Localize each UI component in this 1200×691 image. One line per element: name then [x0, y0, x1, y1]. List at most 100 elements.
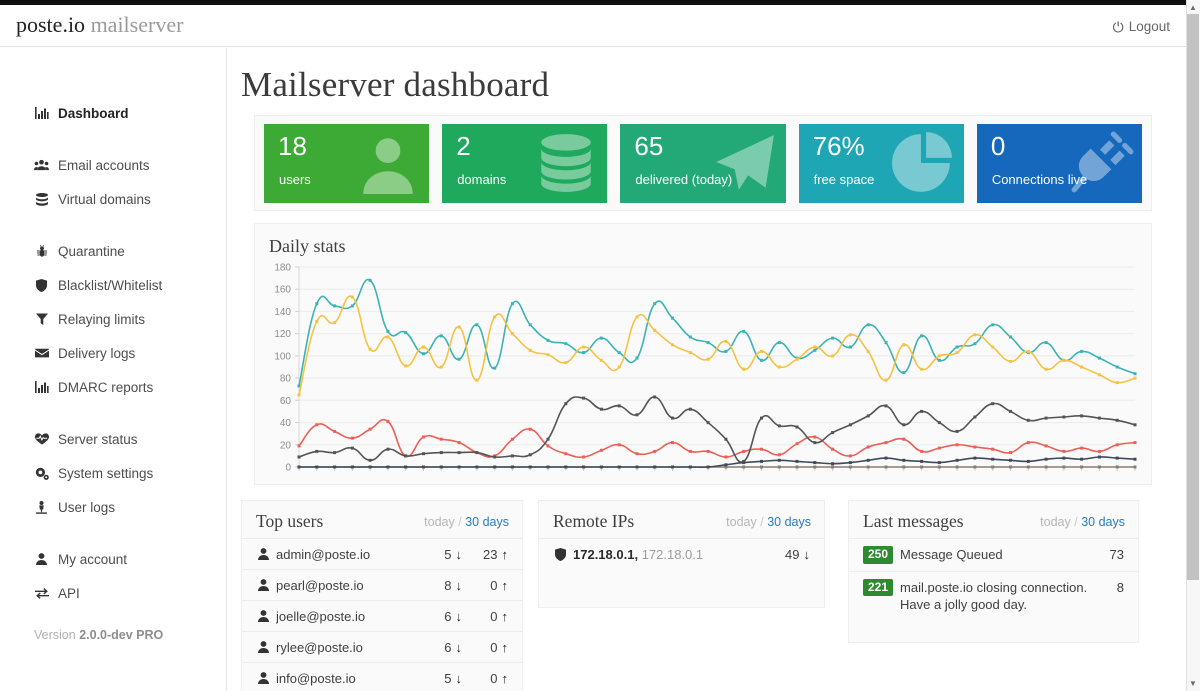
top-users-range-toggle: today / 30 days — [424, 515, 509, 529]
remote-ips-panel: Remote IPs today / 30 days 172.18.0.1, 1… — [538, 500, 825, 608]
top-users-range-today[interactable]: today — [424, 515, 455, 529]
sidebar-item-blacklist-whitelist[interactable]: Blacklist/Whitelist — [0, 268, 226, 302]
smtp-code-badge: 221 — [863, 578, 894, 597]
top-users-row[interactable]: joelle@poste.io 6 ↓ 0 ↑ — [242, 600, 522, 631]
stat-card-value: 2 — [456, 130, 471, 161]
sidebar: Dashboard Email accounts Virtual domains Qu… — [0, 48, 227, 691]
top-users-sent-value: 23 — [483, 546, 498, 562]
page-title: Mailserver dashboard — [241, 65, 550, 104]
arrow-down-icon: ↓ — [803, 546, 811, 562]
svg-text:80: 80 — [280, 374, 292, 385]
remote-ips-title: Remote IPs — [553, 511, 635, 531]
users-icon — [34, 159, 49, 171]
smtp-code-badge: 250 — [863, 546, 894, 564]
bug-icon — [34, 244, 49, 258]
daily-stats-chart[interactable]: 0 20 40 60 80 100 120 140 160 180 — [255, 255, 1153, 483]
sidebar-item-api[interactable]: API — [0, 576, 226, 610]
stat-card-free-space[interactable]: 76% free space — [798, 123, 964, 203]
sidebar-item-virtual-domains[interactable]: Virtual domains — [0, 182, 226, 216]
sidebar-item-label: Blacklist/Whitelist — [58, 277, 163, 293]
sidebar-item-relaying-limits[interactable]: Relaying limits — [0, 302, 226, 336]
brand-logo[interactable]: poste.io mailserver — [16, 12, 183, 38]
last-messages-range-today[interactable]: today — [1040, 515, 1071, 529]
scroll-down-icon[interactable]: ▼ — [1187, 677, 1199, 690]
top-users-range-30days[interactable]: 30 days — [465, 515, 509, 529]
stat-card-value: 65 — [634, 130, 664, 161]
sidebar-item-label: Quarantine — [58, 243, 125, 259]
sidebar-item-my-account[interactable]: My account — [0, 542, 226, 576]
sidebar-item-label: DMARC reports — [58, 379, 154, 395]
brand-subtitle: mailserver — [90, 12, 184, 37]
page-scrollbar[interactable]: ▲ ▼ — [1186, 0, 1200, 691]
stat-card-domains[interactable]: 2 domains — [442, 123, 608, 203]
last-messages-list: 250 Message Queued 73 221 mail.poste.io clos… — [849, 538, 1138, 621]
remote-ip-label: 172.18.0.1, 172.18.0.1 — [573, 547, 764, 562]
remote-ips-list: 172.18.0.1, 172.18.0.1 49 ↓ — [539, 538, 824, 569]
svg-text:140: 140 — [274, 307, 291, 318]
user-icon — [355, 130, 421, 196]
sidebar-item-dashboard[interactable]: Dashboard — [0, 96, 226, 130]
top-users-received-value: 5 — [444, 670, 452, 686]
top-users-sent: 0 ↑ — [462, 640, 508, 655]
stat-card-value: 18 — [278, 130, 307, 161]
top-users-header: Top users today / 30 days — [242, 501, 522, 538]
sidebar-item-label: User logs — [58, 499, 116, 515]
last-messages-text: Message Queued — [900, 547, 1003, 562]
logout-label: Logout — [1128, 19, 1170, 34]
sidebar-item-label: Relaying limits — [58, 311, 146, 327]
sidebar-item-email-accounts[interactable]: Email accounts — [0, 148, 226, 182]
top-users-received-value: 5 — [444, 546, 452, 562]
top-users-received-value: 6 — [444, 639, 452, 655]
last-messages-count: 8 — [1116, 579, 1124, 595]
exchange-icon — [34, 587, 49, 599]
last-messages-header: Last messages today / 30 days — [849, 501, 1138, 538]
top-users-sent-value: 0 — [490, 608, 498, 624]
shield-icon — [34, 278, 49, 292]
sidebar-item-label: Server status — [58, 431, 138, 447]
sidebar-item-dmarc-reports[interactable]: DMARC reports — [0, 370, 226, 404]
bar-chart-icon — [34, 381, 49, 393]
top-users-received: 6 ↓ — [416, 609, 462, 624]
stat-card-connections-live[interactable]: 0 Connections live — [976, 123, 1143, 203]
sidebar-item-user-logs[interactable]: User logs — [0, 490, 226, 524]
remote-ips-header: Remote IPs today / 30 days — [539, 501, 824, 538]
last-messages-text: mail.poste.io closing connection. Have a… — [900, 579, 1088, 613]
stat-card-value: 0 — [990, 130, 1006, 161]
stat-card-delivered-today[interactable]: 65 delivered (today) — [620, 123, 786, 203]
sidebar-item-server-status[interactable]: Server status — [0, 422, 226, 456]
top-users-received: 6 ↓ — [416, 640, 462, 655]
top-users-sent-value: 0 — [490, 639, 498, 655]
arrow-up-icon: ↑ — [501, 670, 509, 686]
top-users-panel: Top users today / 30 days admin@poste.io… — [241, 500, 523, 691]
heartbeat-icon — [34, 433, 49, 445]
sidebar-item-quarantine[interactable]: Quarantine — [0, 234, 226, 268]
pie-chart-icon — [890, 130, 956, 196]
sidebar-item-delivery-logs[interactable]: Delivery logs — [0, 336, 226, 370]
scroll-thumb[interactable] — [1187, 14, 1199, 580]
top-users-row[interactable]: admin@poste.io 5 ↓ 23 ↑ — [242, 538, 522, 569]
sidebar-item-system-settings[interactable]: System settings — [0, 456, 226, 490]
top-users-row[interactable]: info@poste.io 5 ↓ 0 ↑ — [242, 662, 522, 691]
stat-card-users[interactable]: 18 users — [264, 123, 430, 203]
scroll-up-icon[interactable]: ▲ — [1187, 1, 1199, 14]
last-messages-range-30days[interactable]: 30 days — [1081, 515, 1125, 529]
remote-ips-row[interactable]: 172.18.0.1, 172.18.0.1 49 ↓ — [539, 538, 824, 569]
top-users-row[interactable]: pearl@poste.io 8 ↓ 0 ↑ — [242, 569, 522, 600]
gears-icon — [34, 467, 49, 480]
remote-ips-range-today[interactable]: today — [726, 515, 757, 529]
brand-name: poste.io — [16, 12, 86, 37]
stat-card-label: users — [279, 171, 311, 187]
remote-ips-range-30days[interactable]: 30 days — [767, 515, 811, 529]
power-icon: ⏻ — [1112, 18, 1124, 35]
logout-button[interactable]: ⏻ Logout — [1113, 19, 1170, 34]
svg-text:60: 60 — [280, 396, 292, 407]
remote-ips-range-sep: / — [760, 515, 764, 529]
daily-stats-panel: Daily stats 0 20 40 60 80 100 120 140 160 180 — [254, 223, 1152, 485]
arrow-up-icon: ↑ — [501, 639, 509, 655]
sidebar-group-separator — [0, 216, 226, 234]
sidebar-item-label: Email accounts — [58, 157, 150, 173]
last-messages-row[interactable]: 250 Message Queued 73 — [849, 538, 1138, 571]
top-users-sent: 0 ↑ — [462, 578, 508, 593]
last-messages-row[interactable]: 221 mail.poste.io closing connection. Hav… — [849, 570, 1138, 621]
top-users-row[interactable]: rylee@poste.io 6 ↓ 0 ↑ — [242, 631, 522, 662]
